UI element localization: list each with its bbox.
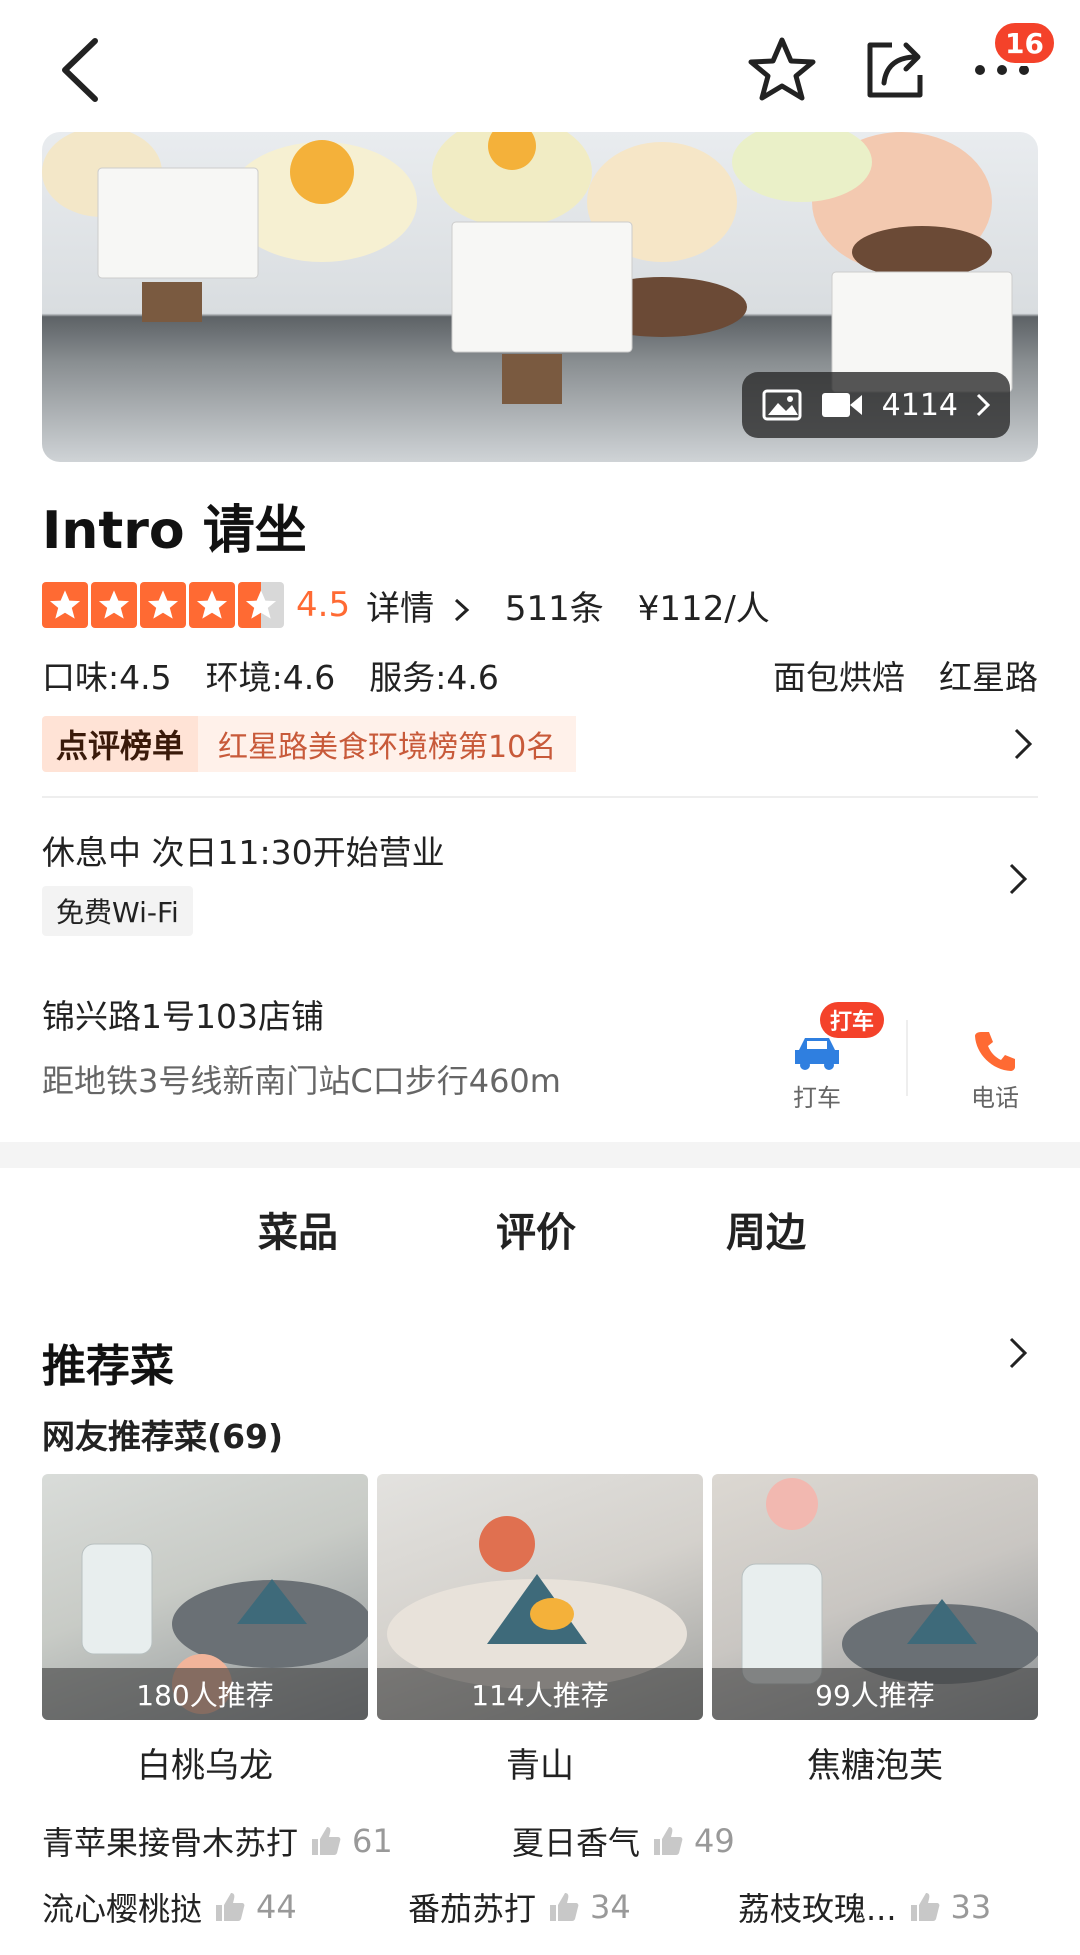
chevron-right-icon[interactable] — [1008, 1336, 1038, 1376]
shop-name: Intro 请坐 — [42, 501, 307, 561]
dish-tag-name: 青苹果接骨木苏打 — [42, 1824, 299, 1862]
notification-badge: 16 — [992, 20, 1057, 66]
star-icon — [189, 582, 235, 628]
rating-details-link[interactable]: 详情 — [366, 581, 471, 630]
car-icon — [795, 1038, 839, 1070]
star-icon — [91, 582, 137, 628]
dish-tag[interactable]: 流心樱桃挞 44 — [42, 1884, 297, 1930]
chevron-right-icon — [454, 598, 470, 622]
section-gap — [0, 1142, 1080, 1168]
tab-dishes[interactable]: 菜品 — [254, 1200, 342, 1258]
thumbs-up-icon — [216, 1893, 245, 1921]
dish-recommend-count: 99人推荐 — [712, 1668, 1038, 1720]
dish-card[interactable]: 114人推荐 青山 — [377, 1474, 703, 1787]
details-label: 详情 — [366, 588, 435, 629]
ranking-text: 红星路美食环境榜第10名 — [198, 716, 577, 772]
dish-tag-name: 荔枝玫瑰... — [738, 1890, 897, 1928]
dish-name: 青山 — [506, 1746, 574, 1786]
star-outline-icon — [748, 37, 816, 101]
tab-reviews[interactable]: 评价 — [496, 1200, 576, 1258]
rating-score: 4.5 — [296, 585, 351, 625]
divider — [42, 796, 1038, 798]
dish-name: 白桃乌龙 — [137, 1746, 273, 1786]
business-hours[interactable]: 休息中 次日11:30开始营业 — [42, 826, 445, 874]
dish-photo: 180人推荐 — [42, 1474, 368, 1720]
dish-tag-likes: 34 — [590, 1888, 631, 1926]
dish-card[interactable]: 99人推荐 焦糖泡芙 — [712, 1474, 1038, 1787]
dish-name: 焦糖泡芙 — [807, 1746, 943, 1786]
environment-score: 环境:4.6 — [205, 658, 336, 697]
chevron-right-icon — [1008, 724, 1038, 764]
subway-distance: 距地铁3号线新南门站C口步行460m — [42, 1062, 561, 1100]
dish-tag-name: 夏日香气 — [512, 1824, 641, 1862]
dish-card[interactable]: 180人推荐 白桃乌龙 — [42, 1474, 368, 1787]
phone-icon — [975, 1032, 1015, 1071]
dish-tag-likes: 44 — [256, 1888, 297, 1926]
taxi-badge: 打车 — [820, 1002, 885, 1038]
half-star-icon — [238, 582, 284, 628]
shop-hero-photo[interactable]: 4114 — [42, 132, 1038, 462]
back-button[interactable] — [40, 30, 120, 110]
dish-tag-likes: 61 — [352, 1822, 393, 1860]
divider — [906, 1020, 908, 1096]
media-count: 4114 — [881, 387, 958, 423]
call-button[interactable]: 电话 — [940, 1010, 1050, 1120]
shop-address[interactable]: 锦兴路1号103店铺 — [42, 990, 324, 1038]
tab-nearby[interactable]: 周边 — [726, 1200, 806, 1258]
thumbs-up-icon — [910, 1893, 939, 1921]
dish-tag[interactable]: 青苹果接骨木苏打 61 — [42, 1818, 393, 1864]
dish-photo: 99人推荐 — [712, 1474, 1038, 1720]
recommended-title: 推荐菜 — [42, 1341, 174, 1392]
netizen-recommended-title: 网友推荐菜(69) — [42, 1417, 284, 1456]
dish-tag[interactable]: 荔枝玫瑰... 33 — [738, 1884, 991, 1930]
star-rating — [42, 582, 284, 628]
chevron-right-icon — [976, 393, 990, 417]
thumbs-up-icon — [550, 1893, 579, 1921]
top-nav-bar: 16 — [0, 0, 1080, 140]
phone-label: 电话 — [971, 1084, 1019, 1112]
thumbs-up-icon — [312, 1827, 341, 1855]
share-icon — [867, 42, 923, 98]
chevron-right-icon[interactable] — [1008, 862, 1038, 902]
dish-recommend-count: 180人推荐 — [42, 1668, 368, 1720]
dish-tag-likes: 33 — [950, 1888, 992, 1926]
dish-photo: 114人推荐 — [377, 1474, 703, 1720]
taxi-label: 打车 — [793, 1084, 841, 1112]
price-per-person: ¥112/人 — [637, 588, 770, 629]
favorite-button[interactable] — [742, 30, 822, 110]
content-tabs: 菜品 评价 周边 — [0, 1200, 1080, 1280]
shop-category[interactable]: 面包烘焙 — [773, 651, 905, 699]
dish-tag-likes: 49 — [694, 1822, 735, 1860]
dish-tag[interactable]: 夏日香气 49 — [512, 1818, 735, 1864]
ranking-tag: 点评榜单 — [42, 716, 199, 772]
thumbs-up-icon — [654, 1827, 683, 1855]
sub-scores-row: 口味:4.5 环境:4.6 服务:4.6 面包烘焙 红星路 — [42, 650, 1038, 700]
share-button[interactable] — [852, 30, 938, 110]
review-count[interactable]: 511条 — [505, 581, 604, 630]
dish-tag-name: 流心樱桃挞 — [42, 1890, 203, 1928]
service-score: 服务:4.6 — [369, 658, 499, 697]
chevron-left-icon — [62, 38, 98, 102]
wifi-tag: 免费Wi-Fi — [42, 886, 193, 936]
dish-tag-name: 番茄苏打 — [408, 1890, 537, 1928]
dish-tag[interactable]: 番茄苏打 34 — [408, 1884, 631, 1930]
ranking-row[interactable]: 点评榜单 红星路美食环境榜第10名 — [42, 716, 1038, 772]
taste-score: 口味:4.5 — [42, 658, 172, 697]
shop-area[interactable]: 红星路 — [939, 651, 1038, 699]
rating-row: 4.5 详情 511条 ¥112/人 — [42, 580, 770, 630]
star-icon — [140, 582, 186, 628]
dish-recommend-count: 114人推荐 — [377, 1668, 703, 1720]
star-icon — [42, 582, 88, 628]
image-icon — [762, 389, 802, 421]
media-count-pill[interactable]: 4114 — [741, 372, 1010, 438]
video-icon — [821, 393, 862, 417]
